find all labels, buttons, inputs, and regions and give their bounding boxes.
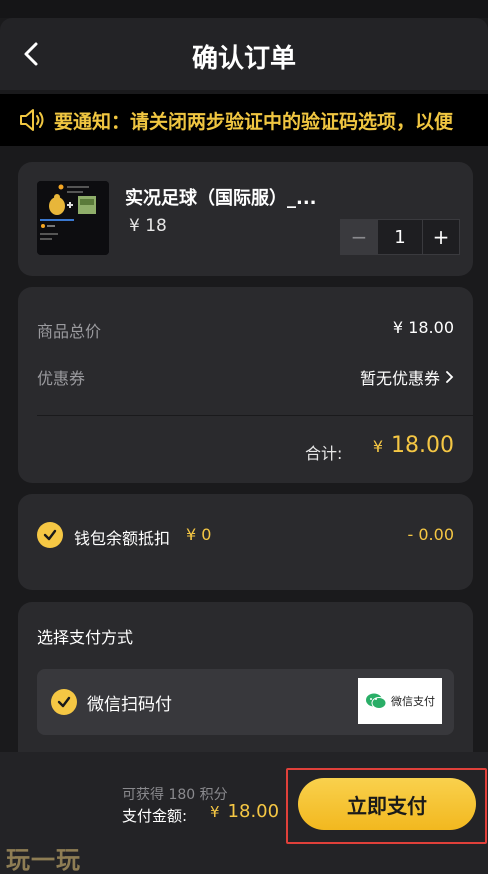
subtotal-value: ¥ 18.00 (392, 318, 454, 337)
wallet-card[interactable]: 钱包余额抵扣 ¥ 0 - 0.00 (18, 494, 473, 590)
quantity-value[interactable]: 1 (378, 219, 422, 255)
total-value: ¥18.00 (373, 433, 454, 458)
speaker-icon (20, 109, 44, 131)
coupon-label: 优惠券 (37, 369, 86, 388)
pay-now-button[interactable]: 立即支付 (298, 778, 476, 830)
checkmark-icon (51, 689, 77, 715)
pay-amount: 18.00 (227, 801, 280, 822)
product-card: 实况足球（国际服）_... ¥ 18 − 1 + (18, 162, 473, 276)
watermark-logo: 玩一玩 (6, 845, 81, 874)
price-summary-card: 商品总价 ¥ 18.00 优惠券 暂无优惠券 合计: ¥18.00 (18, 287, 473, 483)
chevron-right-icon (446, 371, 454, 383)
notice-text: 要通知：请关闭两步验证中的验证码选项，以便 (54, 110, 454, 133)
wechat-pay-badge: 微信支付 (358, 678, 442, 724)
product-title: 实况足球（国际服）_... (125, 188, 317, 209)
coupon-value: 暂无优惠券 (359, 369, 440, 388)
wallet-label: 钱包余额抵扣 (74, 529, 171, 548)
header: 确认订单 (0, 18, 488, 90)
payment-method-card: 选择支付方式 微信扫码付 微信支付 (18, 602, 473, 772)
payment-method-label: 微信扫码付 (87, 695, 172, 715)
pay-amount-value: ¥18.00 (210, 801, 279, 822)
subtotal-label: 商品总价 (37, 322, 102, 341)
status-strip (0, 0, 488, 18)
pay-amount-label: 支付金额: (122, 807, 188, 825)
product-price: ¥ 18 (129, 216, 167, 236)
wechat-icon (366, 693, 387, 709)
wallet-balance: ¥ 0 (186, 525, 212, 544)
wallet-deduction: - 0.00 (407, 525, 454, 544)
pay-currency: ¥ (210, 803, 220, 821)
total-currency: ¥ (372, 437, 384, 456)
total-amount: 18.00 (391, 433, 454, 458)
checkmark-icon[interactable] (37, 522, 63, 548)
divider (37, 415, 473, 416)
quantity-stepper: − 1 + (340, 219, 462, 255)
page-title: 确认订单 (191, 44, 296, 74)
increase-button[interactable]: + (422, 219, 460, 255)
product-thumbnail (37, 181, 109, 255)
payment-section-title: 选择支付方式 (37, 628, 134, 647)
total-label: 合计: (305, 444, 343, 463)
wechat-pay-text: 微信支付 (391, 695, 435, 708)
wechat-pay-option[interactable]: 微信扫码付 微信支付 (37, 669, 454, 735)
decrease-button[interactable]: − (340, 219, 378, 255)
coupon-selector[interactable]: 暂无优惠券 (360, 365, 454, 389)
notice-bar: 要通知：请关闭两步验证中的验证码选项，以便 (0, 94, 488, 146)
